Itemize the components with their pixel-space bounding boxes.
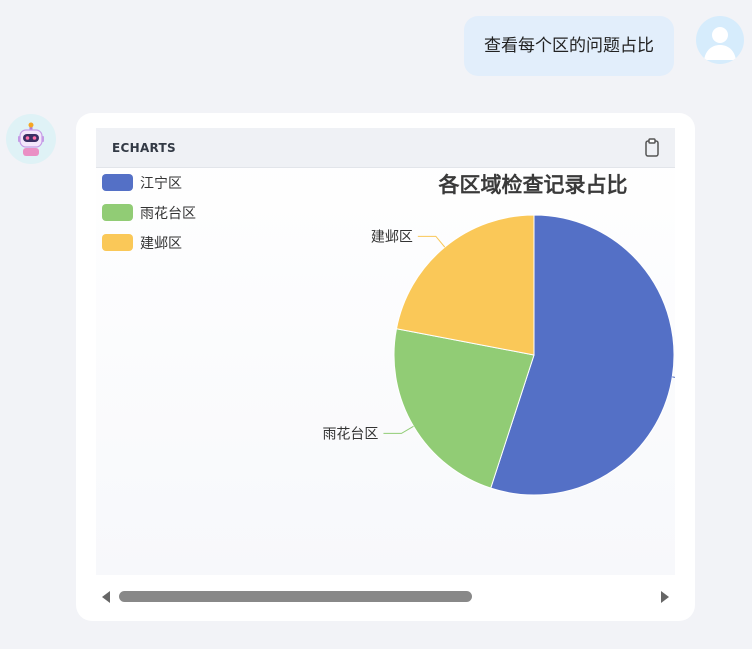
legend-label: 建邺区 [140, 236, 182, 252]
label-leader-line [672, 376, 675, 378]
robot-icon [18, 122, 44, 156]
scroll-left-arrow-icon[interactable] [102, 591, 110, 603]
legend-label: 江宁区 [140, 175, 182, 192]
legend-item[interactable]: 雨花台区 [102, 204, 196, 222]
slice-label: 建邺区 [371, 229, 413, 245]
bot-avatar [6, 114, 56, 164]
bot-message-card: ECHARTS 各区域检查记录占比 江宁区雨花台区建邺区 江宁区雨花台区建邺区 [76, 113, 695, 621]
pie-chart: 各区域检查记录占比 江宁区雨花台区建邺区 江宁区雨花台区建邺区 [102, 173, 675, 496]
chart-legend: 江宁区雨花台区建邺区 [102, 174, 196, 252]
legend-label: 雨花台区 [140, 206, 196, 222]
pie-slices [393, 214, 675, 496]
legend-swatch [102, 174, 133, 191]
label-leader-line [417, 235, 446, 248]
chart-title: 各区域检查记录占比 [438, 173, 628, 197]
chart-header-title: ECHARTS [112, 140, 176, 155]
user-message-bubble: 查看每个区的问题占比 [464, 16, 674, 76]
legend-swatch [102, 204, 133, 221]
user-avatar [696, 16, 744, 64]
clipboard-icon[interactable] [643, 137, 661, 158]
chart-container: ECHARTS 各区域检查记录占比 江宁区雨花台区建邺区 江宁区雨花台区建邺区 [96, 128, 675, 575]
horizontal-scrollbar[interactable] [96, 589, 675, 605]
slice-label: 雨花台区 [322, 426, 378, 442]
scrollbar-thumb[interactable] [119, 591, 472, 602]
label-leader-line [383, 425, 414, 434]
legend-swatch [102, 234, 133, 251]
user-avatar-icon [704, 27, 736, 60]
user-message-row: 查看每个区的问题占比 [464, 16, 744, 76]
scroll-right-arrow-icon[interactable] [661, 591, 669, 603]
legend-item[interactable]: 江宁区 [102, 174, 182, 192]
legend-item[interactable]: 建邺区 [102, 234, 182, 252]
chart-header: ECHARTS [96, 128, 675, 168]
